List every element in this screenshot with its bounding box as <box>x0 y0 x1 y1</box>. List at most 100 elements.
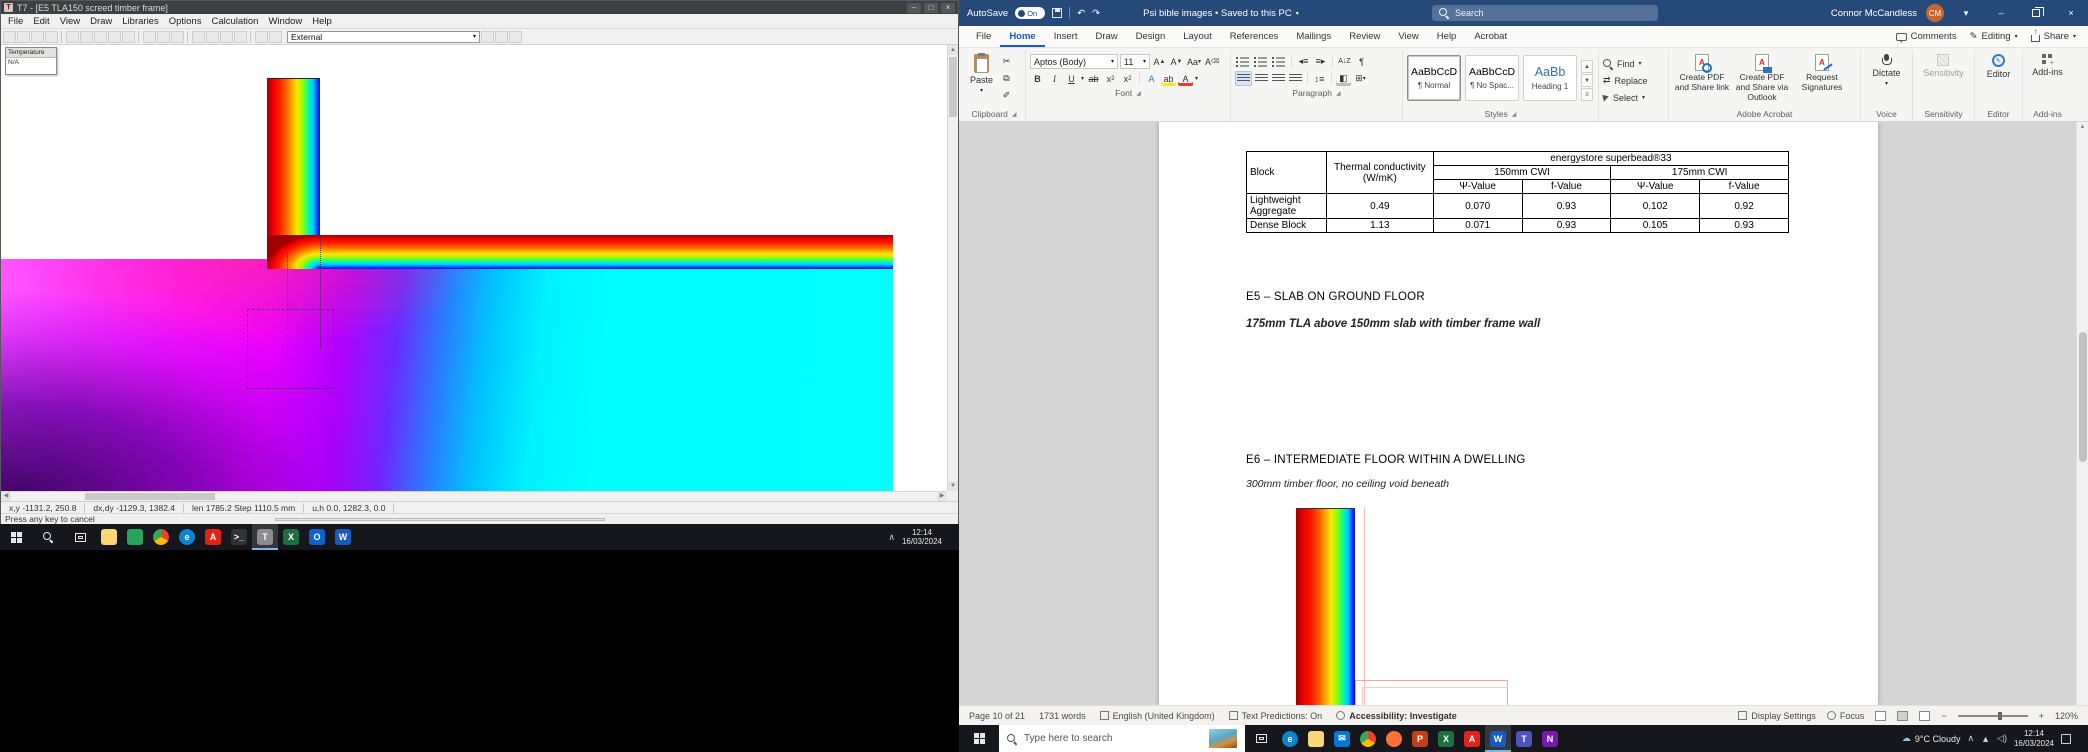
cell-block-name[interactable]: Lightweight Aggregate <box>1246 193 1327 219</box>
boundary-condition-combo[interactable]: External ▾ <box>287 30 480 43</box>
scrollbar-thumb[interactable] <box>2079 332 2087 462</box>
dialog-launcher-icon[interactable]: ◢ <box>1336 90 1341 97</box>
horizontal-scrollbar[interactable]: ◀ ▶ <box>1 491 947 501</box>
menu-view[interactable]: View <box>55 16 85 27</box>
restore-button[interactable] <box>2023 3 2049 23</box>
show-isotherms-icon[interactable] <box>509 30 522 43</box>
cell-psi-150[interactable]: 0.071 <box>1432 218 1523 233</box>
taskbar-clock[interactable]: 12:14 16/03/2024 <box>2014 729 2054 747</box>
grow-font-button[interactable]: A ▲ <box>1152 54 1167 69</box>
word-titlebar[interactable]: AutoSave On ↶ ↷ Psi bible images • Saved… <box>959 0 2088 26</box>
taskbar-app-edge[interactable]: e <box>1277 725 1303 752</box>
dialog-launcher-icon[interactable]: ◢ <box>1512 111 1517 118</box>
share-button[interactable]: Share▾ <box>2030 27 2076 42</box>
scroll-up-icon[interactable]: ▲ <box>948 45 958 55</box>
scroll-up-icon[interactable]: ▲ <box>2077 122 2088 130</box>
taskbar-app-excel[interactable]: X <box>1433 725 1459 752</box>
style-no-spacing[interactable]: AaBbCcD ¶ No Spac... <box>1465 55 1519 101</box>
cell-f-150[interactable]: 0.93 <box>1521 193 1612 219</box>
scroll-right-icon[interactable]: ▶ <box>937 492 947 501</box>
cell-block-name[interactable]: Dense Block <box>1246 218 1327 233</box>
tab-design[interactable]: Design <box>1127 26 1175 47</box>
taskbar-app-file-explorer[interactable] <box>1303 725 1329 752</box>
font-size-combo[interactable]: 11 ▾ <box>1120 54 1150 69</box>
change-case-button[interactable]: Aa ▾ <box>1186 54 1202 69</box>
taskbar-app-acrobat[interactable]: A <box>1459 725 1485 752</box>
heading-e6[interactable]: E6 – INTERMEDIATE FLOOR WITHIN A DWELLIN… <box>1246 454 1526 466</box>
web-layout-button[interactable] <box>1919 710 1931 721</box>
table-header-product[interactable]: energystore superbead®33 <box>1432 151 1790 166</box>
italic-button[interactable]: I <box>1047 71 1062 86</box>
draw-polygon-icon[interactable] <box>192 30 205 43</box>
taskbar-app-therm-active[interactable]: T <box>252 524 278 550</box>
table-header-150mm-cwi[interactable]: 150mm CWI <box>1432 165 1612 180</box>
tape-measure-icon[interactable] <box>234 30 247 43</box>
taskbar-app-teams[interactable]: T <box>1511 725 1537 752</box>
display-settings-button[interactable]: Display Settings <box>1738 711 1816 721</box>
insert-point-icon[interactable] <box>220 30 233 43</box>
subtitle-e5[interactable]: 175mm TLA above 150mm slab with timber f… <box>1246 318 1540 330</box>
request-signatures-button[interactable]: Request Signatures <box>1793 51 1851 93</box>
tab-insert[interactable]: Insert <box>1045 26 1087 47</box>
subscript-button[interactable]: x2 <box>1103 71 1118 86</box>
comments-button[interactable]: Comments <box>1895 31 1957 43</box>
new-icon[interactable] <box>3 30 16 43</box>
account-name[interactable]: Connor McCandless <box>1831 8 1917 19</box>
dialog-launcher-icon[interactable]: ◢ <box>1136 90 1141 97</box>
menu-window[interactable]: Window <box>263 16 307 27</box>
shrink-font-button[interactable]: A ▼ <box>1169 54 1184 69</box>
cell-conductivity[interactable]: 0.49 <box>1325 193 1434 219</box>
menu-calculation[interactable]: Calculation <box>206 16 263 27</box>
decrease-indent-button[interactable]: ◂≡ <box>1296 54 1311 69</box>
psi-value-table[interactable]: Block Thermal conductivity (W/mK) energy… <box>1246 151 1790 233</box>
print-icon[interactable] <box>45 30 58 43</box>
highlight-color-button[interactable]: ab <box>1161 71 1176 86</box>
read-mode-button[interactable] <box>1875 710 1887 721</box>
dictate-button[interactable]: Dictate ▾ <box>1869 51 1903 87</box>
therm-model-canvas[interactable]: Temperature N/A <box>1 45 947 491</box>
tab-view[interactable]: View <box>1389 26 1427 47</box>
zoom-slider-thumb[interactable] <box>1998 711 2003 720</box>
maximize-button[interactable]: □ <box>924 2 938 13</box>
align-center-button[interactable] <box>1254 71 1269 86</box>
tab-draw[interactable]: Draw <box>1086 26 1126 47</box>
find-button[interactable]: Find ▾ <box>1603 56 1664 71</box>
show-results-icon[interactable] <box>495 30 508 43</box>
language-indicator[interactable]: English (United Kingdom) <box>1099 711 1215 721</box>
menu-draw[interactable]: Draw <box>85 16 117 27</box>
hidden-icons-chevron-icon[interactable]: ∧ <box>1968 733 1975 744</box>
text-predictions-indicator[interactable]: Text Predictions: On <box>1228 711 1322 721</box>
menu-libraries[interactable]: Libraries <box>117 16 163 27</box>
taskbar-app-file-explorer[interactable] <box>96 524 122 550</box>
taskbar-app-edge[interactable]: e <box>174 524 200 550</box>
redo-icon[interactable] <box>122 30 135 43</box>
replace-button[interactable]: ⇄ Replace <box>1603 73 1664 88</box>
styles-gallery-down-button[interactable]: ▼ <box>1581 74 1593 87</box>
taskbar-search-button[interactable] <box>32 524 64 550</box>
align-left-button[interactable] <box>1235 71 1252 86</box>
vertical-scrollbar[interactable]: ▲ ▼ <box>947 45 958 491</box>
increase-indent-button[interactable]: ≡▸ <box>1313 54 1328 69</box>
justify-button[interactable] <box>1288 71 1303 86</box>
menu-help[interactable]: Help <box>307 16 337 27</box>
taskbar-app-acrobat[interactable]: A <box>200 524 226 550</box>
line-spacing-button[interactable]: ↕≡ <box>1312 71 1327 86</box>
cell-f-150[interactable]: 0.93 <box>1521 218 1612 233</box>
styles-gallery-more-button[interactable]: ≡ <box>1581 88 1593 101</box>
tab-acrobat[interactable]: Acrobat <box>1465 26 1516 47</box>
scroll-left-icon[interactable]: ◀ <box>1 492 11 501</box>
weather-widget[interactable]: ☁ 9°C Cloudy <box>1902 733 1961 744</box>
taskbar-search-box[interactable]: Type here to search <box>999 725 1245 752</box>
minimize-button[interactable]: – <box>907 2 921 13</box>
cell-conductivity[interactable]: 1.13 <box>1325 218 1434 233</box>
subtitle-e6[interactable]: 300mm timber floor, no ceiling void bene… <box>1246 478 1449 490</box>
open-icon[interactable] <box>17 30 30 43</box>
shading-button[interactable]: ◧ <box>1336 71 1351 86</box>
taskbar-clock[interactable]: 12:14 16/03/2024 <box>902 528 942 546</box>
create-pdf-share-outlook-button[interactable]: Create PDF and Share via Outlook <box>1733 51 1791 102</box>
taskbar-app-chrome[interactable] <box>148 524 174 550</box>
add-ins-button[interactable]: Add-ins <box>2029 51 2066 77</box>
document-scrollbar[interactable]: ▲ <box>2076 122 2088 705</box>
clear-formatting-button[interactable]: A ⌫ <box>1204 54 1221 69</box>
heading-e5[interactable]: E5 – SLAB ON GROUND FLOOR <box>1246 291 1425 303</box>
